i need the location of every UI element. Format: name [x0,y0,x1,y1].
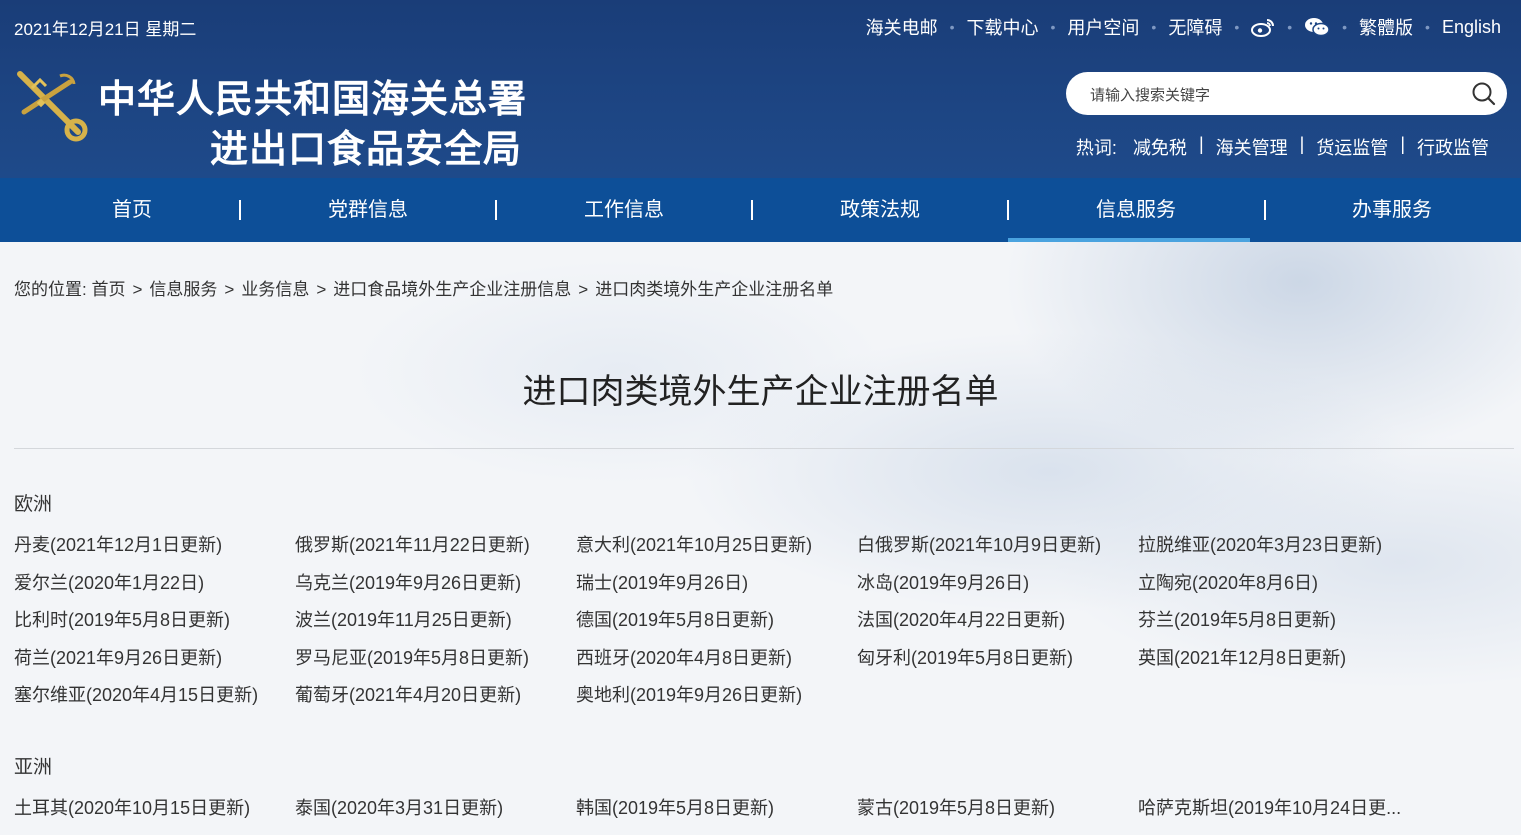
nav-party-info[interactable]: 党群信息 [240,178,496,242]
country-link[interactable]: 泰国(2020年3月31日更新) [295,794,567,820]
nav-policy-regulations[interactable]: 政策法规 [752,178,1008,242]
country-link[interactable]: 韩国(2019年5月8日更新) [576,794,848,820]
country-link[interactable]: 爱尔兰(2020年1月22日) [14,569,286,595]
weibo-icon[interactable] [1251,17,1275,37]
title-divider [14,448,1514,449]
country-link[interactable]: 匈牙利(2019年5月8日更新) [857,644,1129,670]
country-link[interactable]: 立陶宛(2020年8月6日) [1138,569,1410,595]
current-date: 2021年12月21日 星期二 [14,20,197,39]
top-link-download[interactable]: 下载中心 [967,14,1039,40]
nav-info-services[interactable]: 信息服务 [1008,178,1264,242]
breadcrumb-prefix: 您的位置: [14,280,87,299]
section-title-asia: 亚洲 [14,757,53,778]
breadcrumb-business-info[interactable]: 业务信息 [241,280,309,299]
country-link[interactable]: 乌克兰(2019年9月26日更新) [295,569,567,595]
top-link-email[interactable]: 海关电邮 [866,14,938,40]
country-link[interactable]: 葡萄牙(2021年4月20日更新) [295,681,567,707]
breadcrumb-current[interactable]: 进口肉类境外生产企业注册名单 [595,280,833,299]
country-link[interactable]: 奥地利(2019年9月26日更新) [576,681,848,707]
breadcrumb-info-services[interactable]: 信息服务 [149,280,217,299]
section-title-europe: 欧洲 [14,494,53,515]
country-link[interactable]: 荷兰(2021年9月26日更新) [14,644,286,670]
country-link[interactable]: 意大利(2021年10月25日更新) [576,531,848,557]
page-title: 进口肉类境外生产企业注册名单 [522,373,999,411]
breadcrumb: 您的位置: 首页 > 信息服务 > 业务信息 > 进口食品境外生产企业注册信息 > 进口肉类境外… [14,280,834,299]
top-links: 海关电邮 • 下载中心 • 用户空间 • 无障碍 • • • 繁體版 • Eng… [866,14,1501,40]
country-link[interactable]: 罗马尼亚(2019年5月8日更新) [295,644,567,670]
country-link[interactable]: 白俄罗斯(2021年10月9日更新) [857,531,1129,557]
country-link[interactable]: 拉脱维亚(2020年3月23日更新) [1138,531,1410,557]
country-link[interactable]: 西班牙(2020年4月8日更新) [576,644,848,670]
country-link[interactable]: 英国(2021年12月8日更新) [1138,644,1410,670]
wechat-icon[interactable] [1304,17,1330,37]
hot-word-customs-management[interactable]: 海关管理 [1216,134,1288,160]
site-title: 中华人民共和国海关总署 [98,76,528,121]
top-link-traditional[interactable]: 繁體版 [1359,14,1413,40]
nav-work-info[interactable]: 工作信息 [496,178,752,242]
customs-emblem-logo[interactable] [12,66,90,146]
country-link[interactable]: 波兰(2019年11月25日更新) [295,606,567,632]
hot-word-tax-relief[interactable]: 减免税 [1133,134,1187,160]
breadcrumb-home[interactable]: 首页 [91,280,125,299]
country-link[interactable]: 俄罗斯(2021年11月22日更新) [295,531,567,557]
country-link[interactable]: 土耳其(2020年10月15日更新) [14,794,286,820]
search-icon[interactable] [1471,81,1497,112]
nav-home[interactable]: 首页 [4,178,260,242]
search-box [1066,72,1507,115]
hot-words: 热词: 减免税 | 海关管理 | 货运监管 | 行政监管 [1075,134,1489,160]
country-link[interactable]: 芬兰(2019年5月8日更新) [1138,606,1410,632]
hot-word-admin-supervision[interactable]: 行政监管 [1417,134,1489,160]
breadcrumb-registration-info[interactable]: 进口食品境外生产企业注册信息 [333,280,571,299]
main-content: 您的位置: 首页 > 信息服务 > 业务信息 > 进口食品境外生产企业注册信息 > 进口肉类境外… [0,242,1521,835]
country-link[interactable]: 德国(2019年5月8日更新) [576,606,848,632]
top-link-user-space[interactable]: 用户空间 [1067,14,1139,40]
main-nav: 首页 党群信息 工作信息 政策法规 信息服务 办事服务 [0,178,1521,242]
country-link[interactable]: 蒙古(2019年5月8日更新) [857,794,1129,820]
nav-business-services[interactable]: 办事服务 [1264,178,1520,242]
hot-word-cargo-supervision[interactable]: 货运监管 [1316,134,1388,160]
top-link-accessibility[interactable]: 无障碍 [1168,14,1222,40]
country-link[interactable]: 比利时(2019年5月8日更新) [14,606,286,632]
hot-words-label: 热词: [1075,138,1117,158]
search-input[interactable] [1088,82,1452,108]
country-link[interactable]: 法国(2020年4月22日更新) [857,606,1129,632]
country-link[interactable]: 丹麦(2021年12月1日更新) [14,531,286,557]
site-subtitle: 进出口食品安全局 [210,126,523,171]
top-link-english[interactable]: English [1442,17,1501,38]
country-link[interactable]: 塞尔维亚(2020年4月15日更新) [14,681,286,707]
country-link[interactable]: 哈萨克斯坦(2019年10月24日更... [1138,794,1410,820]
country-link[interactable]: 瑞士(2019年9月26日) [576,569,848,595]
site-header: 2021年12月21日 星期二 海关电邮 • 下载中心 • 用户空间 • 无障碍… [0,0,1521,178]
country-link[interactable]: 冰岛(2019年9月26日) [857,569,1129,595]
